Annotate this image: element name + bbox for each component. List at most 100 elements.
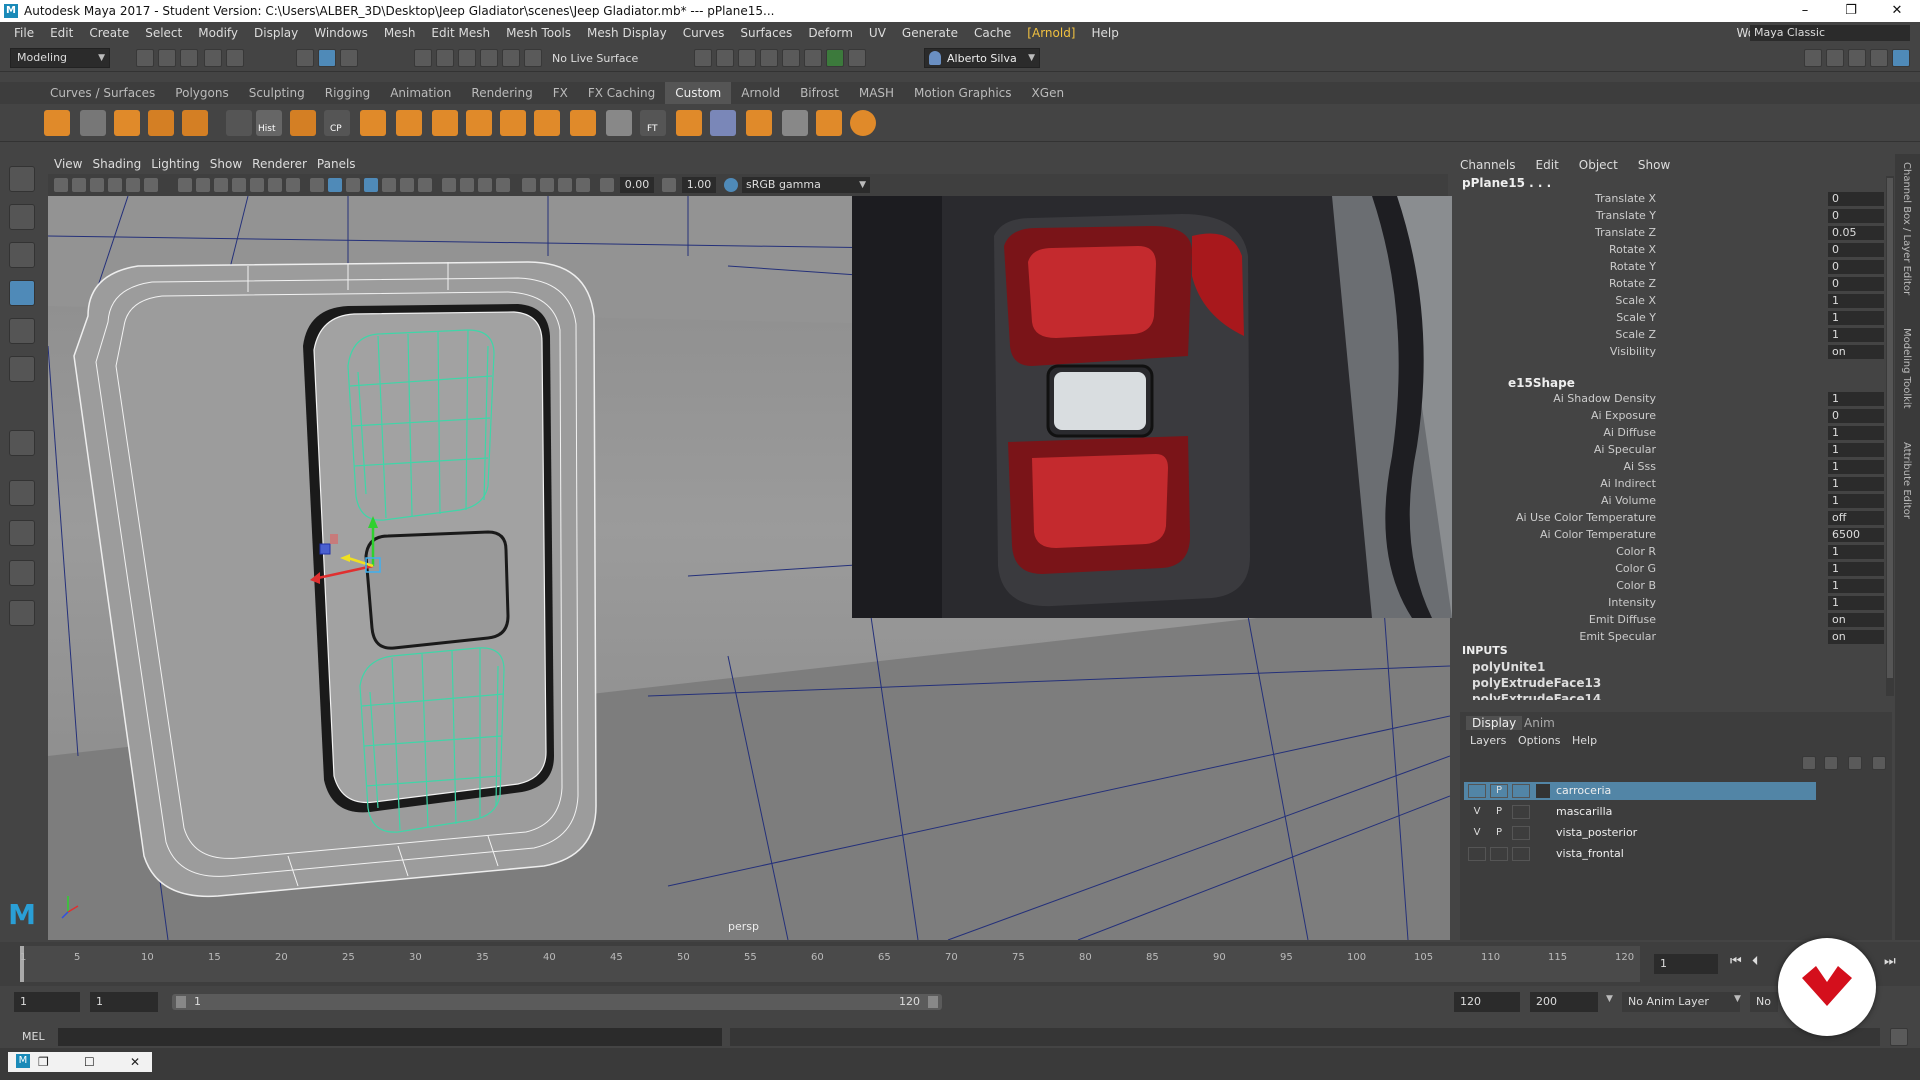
- playback-start-field[interactable]: 1: [90, 992, 158, 1012]
- close-window-icon[interactable]: ✕: [130, 1052, 140, 1072]
- attr-value[interactable]: 0: [1828, 209, 1884, 223]
- menu-file[interactable]: File: [6, 22, 42, 44]
- channel-show-menu[interactable]: Show: [1638, 156, 1690, 174]
- layer-row-carroceria[interactable]: P carroceria: [1464, 782, 1816, 800]
- menu-set-dropdown[interactable]: Modeling ▼: [10, 48, 110, 68]
- render-frame-icon[interactable]: [694, 49, 712, 67]
- maximize-window-icon[interactable]: ☐: [84, 1052, 95, 1072]
- input-node[interactable]: polyExtrudeFace14: [1472, 692, 1601, 700]
- layer-help-menu[interactable]: Help: [1572, 734, 1597, 747]
- shelf-tool-11-icon[interactable]: [466, 110, 492, 136]
- undo-icon[interactable]: [204, 49, 222, 67]
- manipulator-plane-handle[interactable]: [319, 543, 331, 555]
- default-material-icon[interactable]: [346, 178, 360, 192]
- maximize-button[interactable]: ❐: [1828, 0, 1874, 22]
- menu-windows[interactable]: Windows: [306, 22, 376, 44]
- attr-value[interactable]: 0: [1828, 277, 1884, 291]
- channel-edit-menu[interactable]: Edit: [1536, 156, 1579, 174]
- attr-value[interactable]: 1: [1828, 545, 1884, 559]
- shelf-tool-5-icon[interactable]: [182, 110, 208, 136]
- grid-toggle-icon[interactable]: [178, 178, 192, 192]
- toggle-channel-box-icon[interactable]: [1892, 49, 1910, 67]
- shelf-tool-19-icon[interactable]: [782, 110, 808, 136]
- menu-arnold[interactable]: [Arnold]: [1019, 22, 1083, 44]
- start-time-field[interactable]: 1: [14, 992, 80, 1012]
- 2d-pan-zoom-icon[interactable]: [144, 178, 158, 192]
- input-node[interactable]: polyExtrudeFace13: [1472, 676, 1601, 690]
- attr-value[interactable]: 1: [1828, 294, 1884, 308]
- attr-value[interactable]: 6500: [1828, 528, 1884, 542]
- viewport-menu-panels[interactable]: Panels: [317, 157, 366, 171]
- shelf-tool-6-icon[interactable]: [226, 110, 252, 136]
- script-editor-icon[interactable]: [1890, 1028, 1908, 1046]
- snap-point-icon[interactable]: [458, 49, 476, 67]
- shelf-tool-20-icon[interactable]: [816, 110, 842, 136]
- layer-name[interactable]: carroceria: [1556, 784, 1611, 797]
- menu-create[interactable]: Create: [81, 22, 137, 44]
- shelf-tab-rendering[interactable]: Rendering: [461, 82, 542, 104]
- depth-of-field-icon[interactable]: [496, 178, 510, 192]
- layer-visibility-toggle[interactable]: V: [1468, 826, 1486, 840]
- shelf-tab-bifrost[interactable]: Bifrost: [790, 82, 849, 104]
- layer-options-menu[interactable]: Options: [1518, 734, 1560, 747]
- restore-window-icon[interactable]: ❐: [38, 1052, 49, 1072]
- workspace-dropdown[interactable]: Maya Classic: [1750, 25, 1910, 41]
- menu-mesh-display[interactable]: Mesh Display: [579, 22, 675, 44]
- new-scene-icon[interactable]: [136, 49, 154, 67]
- attr-value[interactable]: 1: [1828, 392, 1884, 406]
- shelf-tool-8-icon[interactable]: [360, 110, 386, 136]
- attr-value[interactable]: 0.05: [1828, 226, 1884, 240]
- live-surface-label[interactable]: No Live Surface: [552, 52, 638, 65]
- layer-visibility-toggle[interactable]: [1468, 847, 1486, 861]
- shelf-tab-motion-graphics[interactable]: Motion Graphics: [904, 82, 1022, 104]
- snap-view-icon[interactable]: [480, 49, 498, 67]
- gate-mask-icon[interactable]: [232, 178, 246, 192]
- shelf-tool-17-icon[interactable]: [710, 110, 736, 136]
- shelf-tool-3-icon[interactable]: [114, 110, 140, 136]
- snap-live-icon[interactable]: [524, 49, 542, 67]
- save-scene-icon[interactable]: [180, 49, 198, 67]
- shadows-icon[interactable]: [418, 178, 432, 192]
- shelf-tool-4-icon[interactable]: [148, 110, 174, 136]
- attr-value[interactable]: on: [1828, 630, 1884, 644]
- layer-move-up-icon[interactable]: [1802, 756, 1816, 770]
- camera-attributes-icon[interactable]: [72, 178, 86, 192]
- shelf-tab-polygons[interactable]: Polygons: [165, 82, 238, 104]
- toggle-outliner-icon[interactable]: [1870, 49, 1888, 67]
- create-layer-from-selection-icon[interactable]: [1872, 756, 1886, 770]
- ambient-occlusion-icon[interactable]: [442, 178, 456, 192]
- view-transform-dropdown[interactable]: sRGB gamma ▼: [742, 177, 870, 193]
- menu-select[interactable]: Select: [137, 22, 190, 44]
- menu-edit[interactable]: Edit: [42, 22, 81, 44]
- attr-value[interactable]: 0: [1828, 192, 1884, 206]
- attr-value[interactable]: 1: [1828, 311, 1884, 325]
- lasso-tool-icon[interactable]: [9, 204, 35, 230]
- layer-row-vista-posterior[interactable]: V P vista_posterior: [1464, 824, 1816, 842]
- attr-value[interactable]: 1: [1828, 494, 1884, 508]
- safe-action-icon[interactable]: [268, 178, 282, 192]
- menu-display[interactable]: Display: [246, 22, 306, 44]
- layer-playback-toggle[interactable]: P: [1490, 805, 1508, 819]
- end-time-field[interactable]: 200: [1530, 992, 1598, 1012]
- four-view-icon[interactable]: [9, 520, 35, 546]
- shelf-tab-sculpting[interactable]: Sculpting: [239, 82, 315, 104]
- shelf-tool-7-icon[interactable]: [290, 110, 316, 136]
- layer-color-swatch[interactable]: [1536, 847, 1550, 861]
- film-gate-icon[interactable]: [196, 178, 210, 192]
- open-scene-icon[interactable]: [158, 49, 176, 67]
- redo-icon[interactable]: [226, 49, 244, 67]
- range-start-handle[interactable]: [176, 996, 186, 1008]
- layer-type-toggle[interactable]: [1512, 805, 1530, 819]
- toggle-modeling-toolkit-icon[interactable]: [1804, 49, 1822, 67]
- arnold-render-icon[interactable]: [826, 49, 844, 67]
- shelf-tab-animation[interactable]: Animation: [380, 82, 461, 104]
- layer-name[interactable]: mascarilla: [1556, 805, 1612, 818]
- minimize-button[interactable]: –: [1782, 0, 1828, 22]
- range-end-handle[interactable]: [928, 996, 938, 1008]
- viewport-menu-view[interactable]: View: [54, 157, 92, 171]
- shelf-tool-16-icon[interactable]: [676, 110, 702, 136]
- step-back-icon[interactable]: ⏴: [1752, 954, 1759, 969]
- shelf-tool-18-icon[interactable]: [746, 110, 772, 136]
- shelf-tab-custom[interactable]: Custom: [665, 82, 732, 104]
- select-tool-icon[interactable]: [9, 166, 35, 192]
